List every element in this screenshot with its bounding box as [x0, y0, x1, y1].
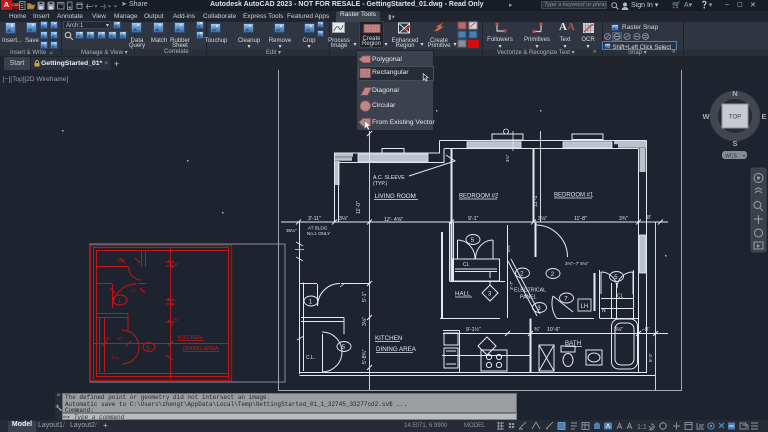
svg-text:3: 3: [488, 292, 492, 298]
svg-text:BEDROOM #2: BEDROOM #2: [459, 194, 499, 200]
svg-text:¾": ¾": [117, 336, 122, 341]
svg-text:No.1 ONLY: No.1 ONLY: [307, 231, 330, 236]
svg-text:3⅛": 3⅛": [538, 216, 547, 222]
svg-text:9'-1½": 9'-1½": [466, 326, 481, 333]
svg-text:5: 5: [342, 345, 346, 351]
svg-text:N: N: [602, 308, 606, 314]
svg-text:BEDROOM #1: BEDROOM #1: [554, 193, 594, 199]
svg-text:12'-1": 12'-1": [533, 194, 539, 207]
svg-text:¾": ¾": [105, 336, 110, 341]
svg-text:DINING AREA: DINING AREA: [376, 346, 417, 353]
svg-text:C.L.: C.L.: [306, 355, 315, 361]
svg-text:W: W: [702, 112, 710, 121]
svg-text:CL: CL: [463, 262, 470, 268]
svg-text:KITCHEN: KITCHEN: [375, 335, 402, 342]
svg-text:TOP: TOP: [729, 115, 741, 121]
svg-text:LH: LH: [581, 304, 589, 310]
svg-text:3⅛": 3⅛": [362, 317, 368, 326]
svg-text:¾": ¾": [174, 317, 179, 322]
svg-text:¾": ¾": [131, 288, 136, 293]
svg-text:KITCHEN: KITCHEN: [178, 335, 202, 341]
svg-text:3⅛": 3⅛": [505, 154, 510, 162]
svg-text:3¾": 3¾": [619, 216, 628, 222]
svg-text:1: 1: [309, 299, 313, 305]
svg-text:8': 8': [647, 215, 651, 221]
svg-text:⌐B': ⌐B': [642, 327, 649, 333]
svg-text:10'-6": 10'-6": [547, 327, 560, 333]
svg-text:▾: ▾: [743, 153, 745, 158]
svg-text:N: N: [732, 89, 737, 98]
svg-text:12'- 4⅝": 12'- 4⅝": [384, 217, 403, 223]
svg-text:1:1: 1:1: [637, 424, 647, 431]
svg-text:5'-2": 5'-2": [648, 352, 653, 362]
svg-text:3⅛"⌐7' 5⅛": 3⅛"⌐7' 5⅛": [565, 261, 589, 266]
svg-text:36¼": 36¼": [286, 228, 297, 233]
svg-text:CL: CL: [617, 294, 624, 300]
svg-text:5'-8¾": 5'-8¾": [362, 349, 368, 364]
svg-text:3'-11": 3'-11": [308, 216, 321, 222]
svg-text:C.L.: C.L.: [112, 355, 120, 360]
svg-text:DINING AREA: DINING AREA: [183, 346, 219, 352]
svg-text:11'-0": 11'-0": [356, 201, 362, 214]
svg-text:(TYP.): (TYP.): [373, 181, 388, 187]
svg-text:¾": ¾": [174, 262, 179, 267]
svg-text:5⅛": 5⅛": [506, 244, 511, 252]
svg-text:5'-1": 5'-1": [362, 292, 368, 302]
svg-text:ELECTRICAL: ELECTRICAL: [514, 288, 546, 294]
svg-text:9'-1": 9'-1": [468, 216, 478, 222]
svg-text:1: 1: [118, 299, 121, 305]
svg-text:S: S: [732, 139, 737, 148]
svg-text:11'-8": 11'-8": [574, 216, 587, 222]
svg-text:BATH: BATH: [565, 340, 581, 347]
svg-text:7: 7: [564, 296, 568, 302]
svg-text:AT BLDG: AT BLDG: [308, 226, 328, 231]
svg-text:3⅛": 3⅛": [339, 216, 348, 222]
svg-text:E: E: [761, 112, 766, 121]
svg-text:2: 2: [520, 271, 524, 277]
svg-text:5: 5: [147, 345, 150, 351]
svg-text:3: 3: [537, 306, 541, 312]
svg-text:PANEL: PANEL: [520, 295, 537, 301]
svg-text:HALL: HALL: [455, 291, 471, 298]
svg-text:5: 5: [471, 238, 475, 244]
svg-text:LIVING ROOM: LIVING ROOM: [375, 193, 416, 200]
svg-text:2: 2: [551, 272, 555, 278]
svg-text:5: 5: [614, 275, 618, 281]
svg-text:3⅛": 3⅛": [614, 327, 623, 333]
svg-text:3½": 3½": [117, 258, 125, 263]
svg-text:3'-7": 3'-7": [509, 280, 514, 290]
svg-text:¾": ¾": [534, 327, 540, 333]
svg-text:WCS: WCS: [725, 154, 737, 160]
